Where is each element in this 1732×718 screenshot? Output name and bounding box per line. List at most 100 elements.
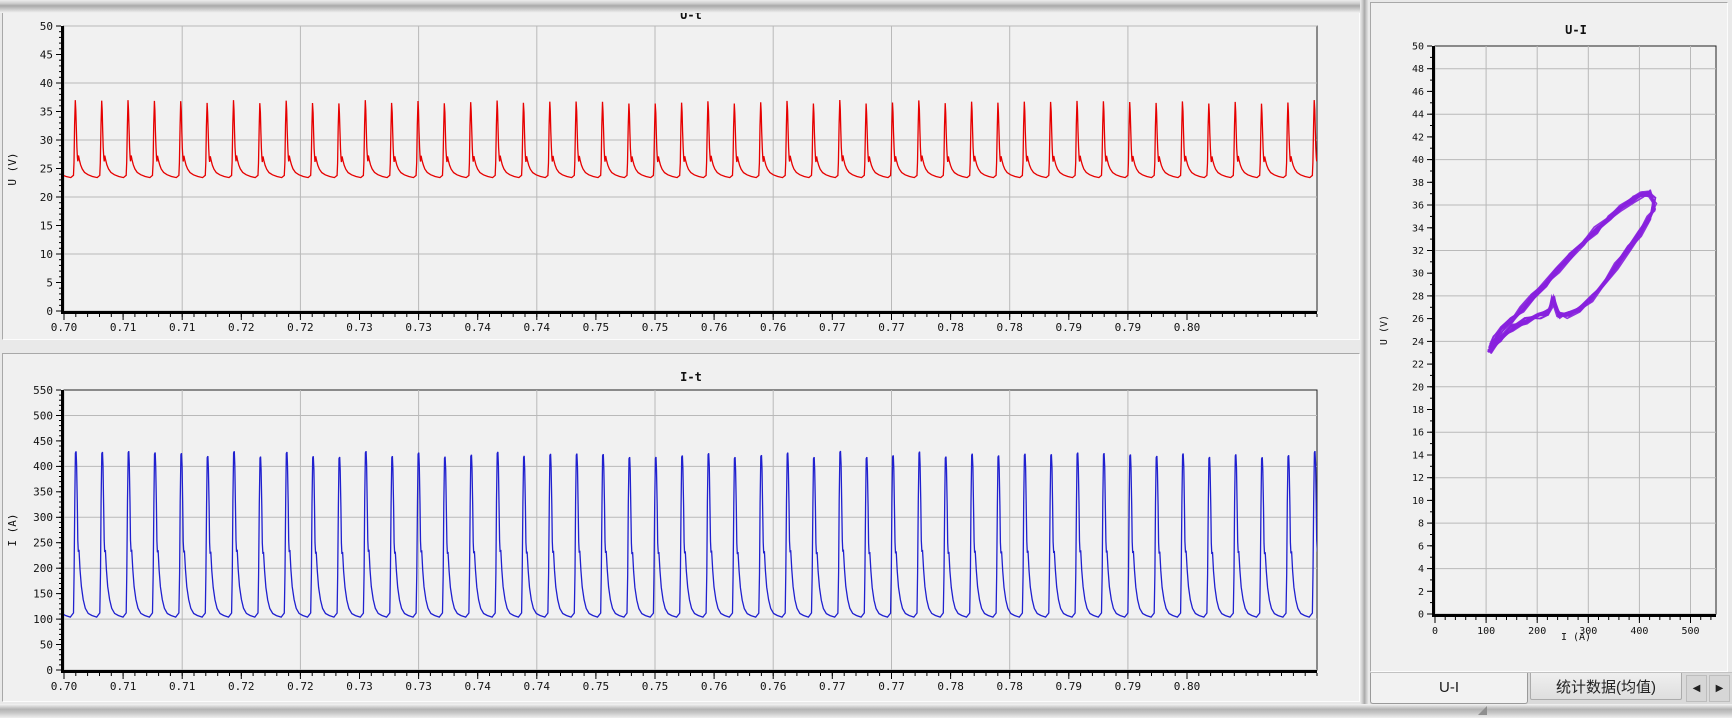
svg-text:32: 32	[1412, 246, 1424, 257]
right-arrow-icon: ▶	[1716, 683, 1724, 694]
svg-text:250: 250	[33, 537, 53, 550]
svg-text:0: 0	[1418, 610, 1424, 621]
svg-text:45: 45	[40, 48, 53, 61]
svg-text:0.75: 0.75	[642, 680, 669, 693]
svg-text:400: 400	[33, 460, 53, 473]
svg-text:34: 34	[1412, 223, 1424, 234]
svg-text:40: 40	[40, 77, 53, 90]
svg-text:0: 0	[46, 664, 53, 677]
svg-text:0.74: 0.74	[464, 680, 491, 693]
svg-text:0.77: 0.77	[878, 321, 905, 334]
svg-text:35: 35	[40, 105, 53, 118]
vertical-splitter[interactable]	[1360, 0, 1369, 704]
svg-text:0.74: 0.74	[524, 680, 551, 693]
svg-text:5: 5	[46, 276, 53, 289]
svg-text:0.80: 0.80	[1174, 680, 1201, 693]
svg-text:12: 12	[1412, 473, 1424, 484]
svg-text:30: 30	[40, 134, 53, 147]
svg-text:0.75: 0.75	[583, 680, 610, 693]
svg-text:8: 8	[1418, 519, 1424, 530]
svg-text:16: 16	[1412, 428, 1424, 439]
svg-text:0.72: 0.72	[228, 321, 255, 334]
bottom-splitter-handle-icon[interactable]	[1478, 706, 1487, 715]
svg-text:0.78: 0.78	[937, 321, 964, 334]
svg-text:10: 10	[1412, 496, 1424, 507]
svg-text:44: 44	[1412, 110, 1424, 121]
i-t-chart[interactable]: 0501001502002503003504004505005500.700.7…	[3, 354, 1359, 701]
svg-text:20: 20	[40, 191, 53, 204]
svg-text:50: 50	[40, 638, 53, 651]
svg-text:0.76: 0.76	[760, 321, 787, 334]
svg-text:500: 500	[33, 409, 53, 422]
tab-statistics-mean[interactable]: 统计数据(均值)	[1530, 673, 1682, 700]
svg-text:0.71: 0.71	[110, 321, 137, 334]
svg-text:0.78: 0.78	[996, 321, 1023, 334]
svg-text:6: 6	[1418, 541, 1424, 552]
svg-text:10: 10	[40, 248, 53, 261]
svg-text:0.76: 0.76	[701, 321, 728, 334]
svg-text:0.79: 0.79	[1056, 680, 1083, 693]
svg-text:0.70: 0.70	[51, 680, 78, 693]
svg-text:150: 150	[33, 588, 53, 601]
svg-text:0.79: 0.79	[1115, 680, 1142, 693]
svg-text:14: 14	[1412, 451, 1424, 462]
svg-text:15: 15	[40, 219, 53, 232]
svg-text:0: 0	[1432, 626, 1438, 637]
u-i-chart[interactable]: 0246810121416182022242628303234363840424…	[1371, 3, 1727, 671]
svg-text:26: 26	[1412, 314, 1424, 325]
svg-text:38: 38	[1412, 178, 1424, 189]
svg-text:I (A): I (A)	[6, 513, 19, 546]
svg-text:0.75: 0.75	[583, 321, 610, 334]
svg-text:18: 18	[1412, 405, 1424, 416]
horizontal-splitter[interactable]	[0, 0, 1363, 13]
svg-text:2: 2	[1418, 587, 1424, 598]
svg-text:0.77: 0.77	[819, 321, 846, 334]
svg-text:U (V): U (V)	[1379, 315, 1390, 345]
svg-text:30: 30	[1412, 269, 1424, 280]
svg-text:0.73: 0.73	[346, 680, 373, 693]
svg-text:I (A): I (A)	[1561, 632, 1591, 643]
svg-text:40: 40	[1412, 155, 1424, 166]
bottom-splitter-bar[interactable]	[0, 704, 1732, 718]
svg-text:50: 50	[40, 20, 53, 33]
svg-text:48: 48	[1412, 64, 1424, 75]
svg-text:200: 200	[1528, 626, 1546, 637]
svg-text:400: 400	[1630, 626, 1648, 637]
svg-text:450: 450	[33, 435, 53, 448]
svg-text:550: 550	[33, 384, 53, 397]
u-t-chart[interactable]: 051015202530354045500.700.710.710.720.72…	[3, 3, 1359, 339]
svg-text:0.73: 0.73	[405, 321, 432, 334]
svg-text:0.77: 0.77	[878, 680, 905, 693]
svg-text:0.74: 0.74	[524, 321, 551, 334]
tab-scroll-left-button[interactable]: ◀	[1686, 675, 1707, 702]
svg-text:0.71: 0.71	[110, 680, 137, 693]
svg-text:0.76: 0.76	[760, 680, 787, 693]
svg-text:46: 46	[1412, 87, 1424, 98]
svg-text:20: 20	[1412, 382, 1424, 393]
svg-text:U-I: U-I	[1565, 23, 1587, 37]
svg-text:0.75: 0.75	[642, 321, 669, 334]
svg-text:42: 42	[1412, 132, 1424, 143]
svg-text:0.77: 0.77	[819, 680, 846, 693]
tab-scroll-right-button[interactable]: ▶	[1709, 675, 1730, 702]
svg-text:0.72: 0.72	[287, 321, 314, 334]
tab-scroll-controls: ◀ ▶	[1686, 675, 1730, 702]
svg-text:100: 100	[33, 613, 53, 626]
svg-text:25: 25	[40, 162, 53, 175]
svg-text:300: 300	[33, 511, 53, 524]
svg-text:36: 36	[1412, 201, 1424, 212]
svg-text:200: 200	[33, 562, 53, 575]
tab-u-i[interactable]: U-I	[1370, 673, 1528, 704]
svg-text:0.71: 0.71	[169, 680, 196, 693]
u-i-chart-panel: 0246810121416182022242628303234363840424…	[1370, 2, 1728, 672]
svg-text:0.71: 0.71	[169, 321, 196, 334]
svg-text:4: 4	[1418, 564, 1424, 575]
svg-text:0.78: 0.78	[996, 680, 1023, 693]
svg-text:0.78: 0.78	[937, 680, 964, 693]
svg-text:U (V): U (V)	[6, 152, 19, 185]
svg-text:50: 50	[1412, 42, 1424, 53]
svg-text:0.72: 0.72	[228, 680, 255, 693]
svg-text:100: 100	[1477, 626, 1495, 637]
u-t-chart-panel: 051015202530354045500.700.710.710.720.72…	[2, 2, 1360, 340]
svg-text:0.73: 0.73	[346, 321, 373, 334]
